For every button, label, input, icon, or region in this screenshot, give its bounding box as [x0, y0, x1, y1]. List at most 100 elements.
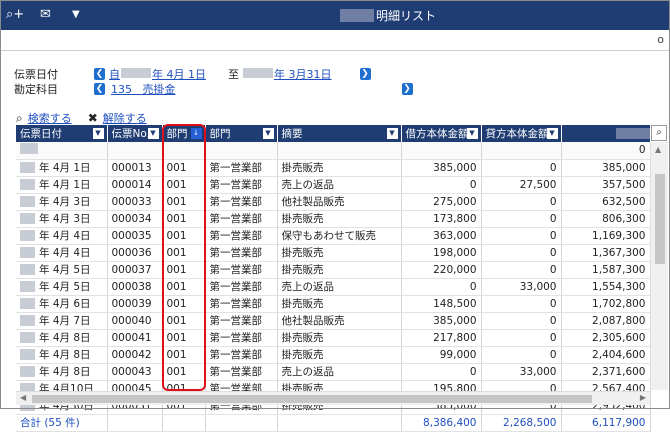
column-dropdown-icon[interactable]: ▼	[466, 128, 478, 139]
search-bar-trailing-text: o	[657, 33, 664, 46]
redacted-block	[20, 298, 35, 309]
scroll-up-icon[interactable]: ▲	[655, 145, 661, 154]
voucher-no-cell: 000013	[107, 159, 163, 177]
date-next-button[interactable]: ❯	[359, 68, 371, 80]
date-cell: 年 4月 8日	[16, 346, 108, 364]
dept-cell: 第一営業部	[205, 261, 278, 279]
debit-cell: 0	[401, 278, 482, 296]
redacted-block	[340, 9, 374, 22]
dept-column-highlight	[162, 124, 206, 391]
col-header-balance[interactable]	[561, 125, 651, 142]
date-cell: 年 4月 5日	[16, 278, 108, 296]
voucher-no-cell: 000033	[107, 193, 163, 211]
dept-cell: 第一営業部	[205, 278, 278, 296]
memo-cell: 掛売販売	[277, 295, 402, 313]
window-title: 明細リスト	[340, 7, 436, 24]
memo-cell: 保守もあわせて販売	[277, 227, 402, 245]
date-prev-button[interactable]: ❮	[94, 68, 105, 80]
scroll-left-icon[interactable]: ◀	[20, 393, 26, 402]
search-plus-icon[interactable]: ⌕+	[6, 6, 24, 24]
dept-cell: 第一営業部	[205, 363, 278, 381]
memo-cell: 掛売販売	[277, 346, 402, 364]
table-row[interactable]: 年 4月 1日 000014 001 第一営業部 売上の返品 0 27,500 357,500	[16, 176, 651, 194]
table-row[interactable]: 年 4月 4日 000035 001 第一営業部 保守もあわせて販売 363,000 0 1,…	[16, 227, 651, 245]
memo-cell: 売上の返品	[277, 278, 402, 296]
date-filter-label: 伝票日付	[14, 68, 58, 81]
column-dropdown-icon[interactable]: ▼	[386, 128, 398, 139]
dropdown-arrow-icon[interactable]: ▼	[72, 6, 80, 24]
credit-cell: 0	[481, 244, 562, 262]
total-row: 合計 (55 件) 8,386,400 2,268,500 6,117,900	[16, 414, 651, 432]
account-link[interactable]: 135 売掛金	[111, 81, 176, 97]
balance-cell: 2,404,600	[561, 346, 651, 364]
date-from-link[interactable]: 自年 4月 1日	[109, 66, 206, 82]
clear-action[interactable]: ✖ 解除する	[88, 110, 147, 126]
balance-cell: 1,702,800	[561, 295, 651, 313]
col-header-dept[interactable]: 部門 ▼	[205, 125, 278, 142]
account-next-button[interactable]: ❯	[401, 83, 413, 95]
dept-cell: 第一営業部	[205, 193, 278, 211]
redacted-block	[20, 196, 35, 207]
credit-cell: 0	[481, 312, 562, 330]
credit-cell: 0	[481, 159, 562, 177]
memo-cell: 他社製品販売	[277, 193, 402, 211]
balance-cell: 1,554,300	[561, 278, 651, 296]
clear-filter-icon: ✖	[87, 111, 98, 125]
search-action[interactable]: ⌕ 検索する	[16, 110, 72, 126]
voucher-no-cell: 000038	[107, 278, 163, 296]
table-row[interactable]: 年 4月 8日 000041 001 第一営業部 掛売販売 217,800 0 2,305,6…	[16, 329, 651, 347]
table-row[interactable]: 年 4月 8日 000042 001 第一営業部 掛売販売 99,000 0 2,404,60…	[16, 346, 651, 364]
credit-cell: 27,500	[481, 176, 562, 194]
table-row[interactable]: 年 4月 1日 000013 001 第一営業部 掛売販売 385,000 0 385,000	[16, 159, 651, 177]
column-dropdown-icon[interactable]: ▼	[262, 128, 274, 139]
dept-cell: 第一営業部	[205, 227, 278, 245]
memo-cell: 掛売販売	[277, 329, 402, 347]
column-dropdown-icon[interactable]: ▼	[92, 128, 104, 139]
scroll-right-icon[interactable]: ▶	[640, 393, 646, 402]
table-row[interactable]: 年 4月 8日 000043 001 第一営業部 売上の返品 0 33,000 2,371,6…	[16, 363, 651, 381]
date-cell: 年 4月 8日	[16, 363, 108, 381]
vertical-scrollbar[interactable]: ▲	[650, 142, 668, 390]
redacted-block	[20, 349, 35, 360]
horizontal-scroll-thumb[interactable]	[32, 395, 592, 403]
balance-cell: 2,371,600	[561, 363, 651, 381]
date-cell: 年 4月 6日	[16, 295, 108, 313]
credit-cell: 0	[481, 210, 562, 228]
date-cell: 年 4月 1日	[16, 159, 108, 177]
date-cell: 年 4月 4日	[16, 227, 108, 245]
debit-cell: 385,000	[401, 312, 482, 330]
grid-search-icon[interactable]: ⌕	[651, 125, 667, 141]
col-header-debit[interactable]: 借方本体金額 ▼	[401, 125, 482, 142]
table-row[interactable]: 年 4月 5日 000038 001 第一営業部 売上の返品 0 33,000 1,554,3…	[16, 278, 651, 296]
balance-cell: 806,300	[561, 210, 651, 228]
debit-cell: 148,500	[401, 295, 482, 313]
table-row[interactable]: 年 4月 3日 000034 001 第一営業部 掛売販売 173,800 0 806,300	[16, 210, 651, 228]
voucher-no-cell: 000035	[107, 227, 163, 245]
date-cell: 年 4月 3日	[16, 193, 108, 211]
table-row[interactable]: 年 4月 3日 000033 001 第一営業部 他社製品販売 275,000 0 632,5…	[16, 193, 651, 211]
col-header-voucher-no[interactable]: 伝票No. ▼	[107, 125, 163, 142]
outlook-icon[interactable]: ✉	[40, 6, 51, 24]
horizontal-scrollbar[interactable]: ◀ ▶	[16, 391, 650, 405]
credit-cell: 0	[481, 193, 562, 211]
col-header-date[interactable]: 伝票日付 ▼	[16, 125, 108, 142]
title-bar: ⌕+ ✉ ▼ 明細リスト	[0, 0, 670, 30]
voucher-no-cell: 000034	[107, 210, 163, 228]
search-bar[interactable]: o	[0, 30, 670, 51]
date-cell: 年 4月 4日	[16, 244, 108, 262]
table-row[interactable]: 年 4月 7日 000040 001 第一営業部 他社製品販売 385,000 0 2,087…	[16, 312, 651, 330]
date-to-link[interactable]: 年 3月31日	[243, 66, 332, 82]
table-row[interactable]: 年 4月 6日 000039 001 第一営業部 掛売販売 148,500 0 1,702,8…	[16, 295, 651, 313]
table-row[interactable]: 年 4月 4日 000036 001 第一営業部 掛売販売 198,000 0 1,367,3…	[16, 244, 651, 262]
col-header-memo[interactable]: 摘要 ▼	[277, 125, 402, 142]
table-header-row: 伝票日付 ▼ 伝票No. ▼ 部門 ↓ 部門 ▼ 摘要 ▼ 借方本体金額 ▼ 貸方本体金額 ▼	[16, 125, 651, 142]
table-row[interactable]: 年 4月 5日 000037 001 第一営業部 掛売販売 220,000 0 1,587,3…	[16, 261, 651, 279]
column-dropdown-icon[interactable]: ▼	[546, 128, 558, 139]
redacted-block	[20, 332, 35, 343]
dept-cell: 第一営業部	[205, 244, 278, 262]
account-prev-button[interactable]: ❮	[94, 83, 105, 95]
col-header-credit[interactable]: 貸方本体金額 ▼	[481, 125, 562, 142]
total-balance: 6,117,900	[561, 414, 651, 432]
vertical-scroll-thumb[interactable]	[655, 174, 665, 264]
column-dropdown-icon[interactable]: ▼	[147, 128, 159, 139]
